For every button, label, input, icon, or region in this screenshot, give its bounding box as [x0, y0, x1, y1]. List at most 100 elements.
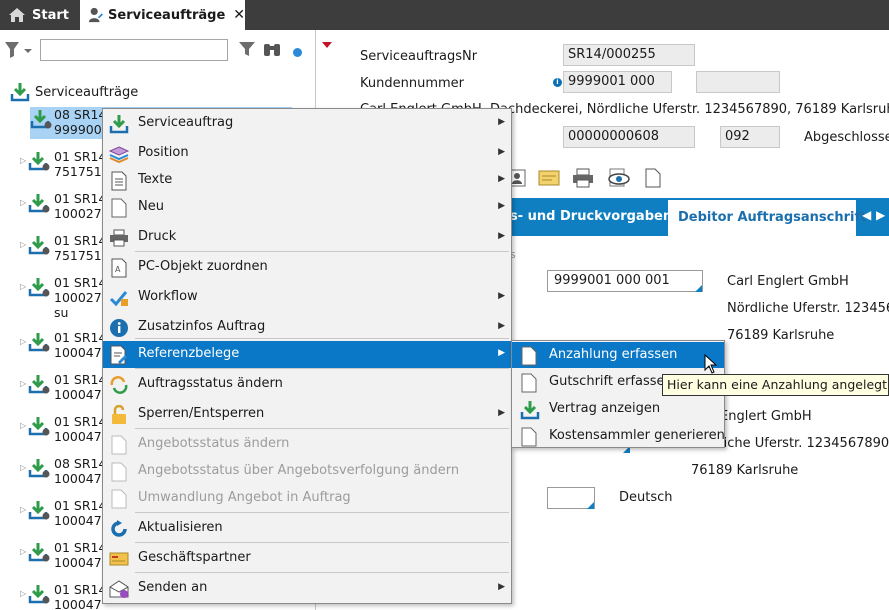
submenu-item-label: Anzahlung erfassen: [549, 347, 678, 362]
menu-item-label: Auftragsstatus ändern: [138, 376, 283, 391]
menu-item-druck[interactable]: Druck ▶: [103, 224, 511, 251]
kundennummer-extra-field[interactable]: [696, 71, 780, 93]
binoculars-icon[interactable]: [263, 41, 281, 57]
menu-item-label: Geschäftspartner: [138, 550, 251, 565]
blank-document-icon: [109, 198, 129, 218]
preview-eye-icon[interactable]: [607, 168, 631, 188]
tree-item-line2: 100027: [54, 206, 102, 221]
expand-arrow-icon[interactable]: ▷: [20, 460, 26, 475]
tree-item-line2: 100047: [54, 513, 102, 528]
expand-arrow-icon[interactable]: ▷: [20, 376, 26, 391]
kundennummer-field[interactable]: 9999001 000: [563, 71, 672, 93]
menu-item-label: Serviceauftrag: [138, 115, 234, 130]
expand-arrow-icon[interactable]: ▷: [20, 334, 26, 349]
debitor-street: Nördliche Uferstr. 123456: [727, 301, 889, 316]
tree-item-line2: 751751: [54, 164, 102, 179]
submenu-item-anzahlung-erfassen[interactable]: Anzahlung erfassen: [512, 342, 724, 368]
debitor-name-2: Englert GmbH: [720, 409, 812, 424]
submenu-item-vertrag-anzeigen[interactable]: Vertrag anzeigen: [512, 396, 724, 422]
menu-item-sperren-entsperren[interactable]: Sperren/Entsperren ▶: [103, 401, 511, 428]
serviceauftragsnr-label: ServiceauftragsNr: [360, 49, 478, 64]
menu-item-serviceauftrag[interactable]: Serviceauftrag ▶: [103, 110, 511, 137]
tab-scroll-right-icon[interactable]: ▶: [876, 208, 885, 222]
menu-item-label: Position: [138, 145, 189, 160]
submenu-arrow-icon: ▶: [498, 582, 505, 592]
submenu-arrow-icon: ▶: [498, 291, 505, 301]
submenu-item-label: Kostensammler generieren: [549, 428, 725, 443]
menu-item-referenzbelege[interactable]: Referenzbelege ▶: [103, 341, 511, 368]
tab-debitor-auftragsanschrift[interactable]: Debitor Auftragsanschrift: [668, 200, 866, 236]
filter-dropdown-icon[interactable]: [4, 40, 34, 60]
tab-scroll-left-icon[interactable]: ◀: [862, 208, 871, 222]
submenu-item-kostensammler-generieren[interactable]: Kostensammler generieren: [512, 423, 725, 449]
service-order-icon: [28, 458, 50, 481]
printer-icon[interactable]: [572, 168, 594, 188]
submenu-arrow-icon: ▶: [498, 117, 505, 127]
menu-item-gesch-ftspartner[interactable]: Geschäftspartner: [103, 545, 511, 572]
field-number[interactable]: 00000000608: [563, 126, 695, 148]
tree-root[interactable]: Serviceaufträge: [10, 82, 138, 102]
tree-item-line1: 01 SR14: [54, 414, 107, 429]
search-input[interactable]: [40, 39, 228, 61]
app-window: Start Serviceaufträge ✕ Serviceaufträge …: [0, 0, 889, 610]
tab-start[interactable]: Start: [0, 0, 78, 30]
tab-serviceauftraege[interactable]: Serviceaufträge ✕: [80, 0, 245, 30]
menu-separator: [135, 368, 509, 369]
tree-item-line3: su: [54, 305, 69, 320]
expand-arrow-icon[interactable]: ▷: [20, 418, 26, 433]
expand-arrow-icon[interactable]: ▷: [20, 279, 26, 294]
mouse-cursor-icon: [704, 354, 718, 374]
collapse-triangle-icon[interactable]: [322, 42, 332, 48]
service-order-icon: [28, 193, 50, 216]
home-icon: [9, 8, 25, 22]
service-order-icon: [28, 332, 50, 355]
tab-druckvorgaben[interactable]: s- und Druckvorgaben: [500, 198, 672, 236]
status-dot-icon[interactable]: [293, 48, 302, 57]
menu-item-neu[interactable]: Neu ▶: [103, 194, 511, 221]
expand-arrow-icon[interactable]: ▷: [20, 195, 26, 210]
expand-arrow-icon[interactable]: ▷: [20, 237, 26, 252]
kundennummer-label: Kundennummer: [360, 76, 464, 91]
expand-arrow-icon[interactable]: ▷: [20, 544, 26, 559]
debitor-street-2: liche Uferstr. 1234567890: [720, 436, 889, 451]
menu-item-workflow[interactable]: Workflow ▶: [103, 284, 511, 311]
serviceauftragsnr-field[interactable]: SR14/000255: [563, 44, 695, 66]
menu-item-aktualisieren[interactable]: Aktualisieren: [103, 515, 511, 542]
blank-document-icon[interactable]: [644, 168, 662, 188]
tab-serviceauftraege-label: Serviceaufträge: [108, 7, 226, 23]
submenu-arrow-icon: ▶: [498, 147, 505, 157]
expand-arrow-icon[interactable]: ▷: [20, 586, 26, 601]
info-icon[interactable]: i: [553, 78, 562, 87]
funnel-icon[interactable]: [238, 40, 256, 58]
menu-separator: [135, 542, 509, 543]
tree-item-line1: 01 SR14: [54, 498, 107, 513]
tab-start-label: Start: [32, 7, 69, 23]
menu-item-label: Texte: [138, 172, 173, 187]
menu-separator: [135, 251, 509, 252]
submenu-arrow-icon: ▶: [498, 174, 505, 184]
service-order-icon: [28, 374, 50, 397]
service-order-icon: [28, 277, 50, 300]
blank-document-icon: [109, 489, 129, 509]
debitor-number-field[interactable]: 9999001 000 001: [547, 270, 703, 292]
service-order-icon: [28, 542, 50, 565]
menu-separator: [135, 512, 509, 513]
menu-item-zusatzinfos-auftrag[interactable]: Zusatzinfos Auftrag ▶: [103, 314, 511, 341]
service-order-icon: [30, 109, 52, 132]
menu-item-position[interactable]: Position ▶: [103, 140, 511, 167]
expand-arrow-icon[interactable]: ▷: [20, 153, 26, 168]
close-icon[interactable]: ✕: [233, 7, 245, 23]
submenu-arrow-icon: ▶: [498, 321, 505, 331]
tree-item-line2: 100047: [54, 555, 102, 570]
submenu-arrow-icon: ▶: [498, 231, 505, 241]
menu-item-auftragsstatus-ndern[interactable]: Auftragsstatus ändern: [103, 371, 511, 398]
detail-tabstrip: s- und Druckvorgaben Debitor Auftragsans…: [500, 198, 889, 236]
expand-arrow-icon[interactable]: ▷: [20, 502, 26, 517]
envelope-icon[interactable]: [538, 168, 560, 188]
top-tab-bar: Start Serviceaufträge ✕: [0, 0, 889, 30]
menu-item-pc-objekt-zuordnen[interactable]: A PC-Objekt zuordnen: [103, 254, 511, 281]
field-code[interactable]: 092: [720, 126, 780, 148]
menu-item-senden-an[interactable]: Senden an ▶: [103, 575, 511, 602]
menu-item-angebotsstatus-ndern: Angebotsstatus ändern: [103, 431, 511, 458]
menu-item-texte[interactable]: Texte ▶: [103, 167, 511, 194]
